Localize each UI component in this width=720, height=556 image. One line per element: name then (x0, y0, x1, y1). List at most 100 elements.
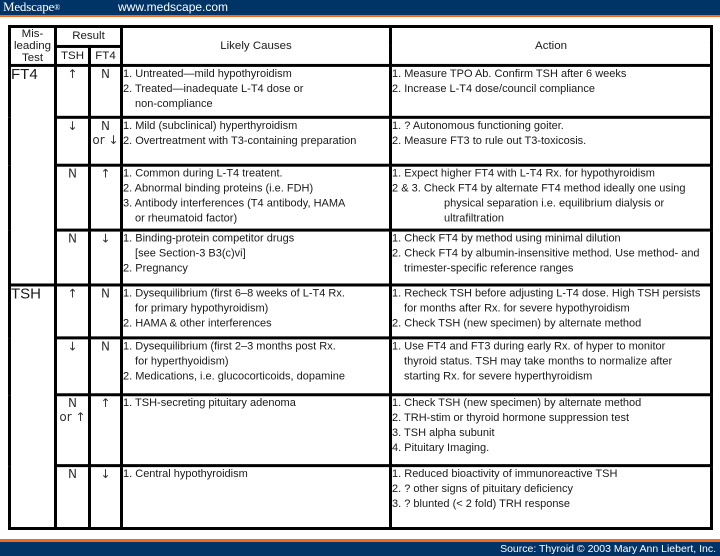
misleading-test-label: TSH (11, 285, 41, 303)
action-line: 2. Measure FT3 to rule out T3-toxicosis. (392, 134, 587, 147)
action-line: 2 & 3. Check FT4 by alternate FT4 method… (392, 182, 686, 195)
ft4-result-value: ↑ (100, 396, 111, 411)
action-cell: 1. Expect higher FT4 with L-T4 Rx. for h… (389, 163, 714, 232)
cause-line: for primary hypothyroidism) (135, 302, 269, 315)
tsh-result-cell: N (54, 163, 91, 232)
header-misleading-test-line: leading (13, 39, 52, 52)
header-misleading-test-line: Mis- (21, 27, 44, 40)
likely-causes-cell: 1. Binding-protein competitor drugs [see … (120, 228, 393, 287)
footer-bar: Source: Thyroid © 2003 Mary Ann Liebert,… (0, 539, 720, 556)
tsh-result-cell: ↑ (54, 283, 91, 340)
action-line: 1. Reduced bioactivity of immunoreactive… (392, 468, 618, 481)
ft4-result-value: ↓ (100, 467, 111, 482)
likely-causes-cell: 1. Dysequilibrium (first 6–8 weeks of L-… (120, 283, 393, 340)
misleading-tests-table: Mis- leading Test Result Likely Causes A… (8, 25, 714, 530)
tsh-result-value: N (68, 396, 77, 411)
source-citation: Source: Thyroid © 2003 Mary Ann Liebert,… (500, 543, 716, 555)
table-body: FT4 ↑ N 1. Untreated—mild hypothyroidism 2. … (8, 63, 714, 530)
action-line: 1. Check TSH (new specimen) by alternate… (392, 397, 642, 410)
action-line: 2. Increase L-T4 dose/council compliance (392, 82, 596, 95)
tsh-result-value: N (68, 166, 77, 181)
table-row: FT4 ↑ N 1. Untreated—mild hypothyroidism 2. … (8, 63, 714, 287)
cause-line: 1. Dysequilibrium (first 2–3 months post… (123, 340, 336, 353)
table-row: ↓ N 1. Dysequilibrium (first 2–3 months po… (10, 336, 714, 397)
action-line: 2. Check FT4 by albumin-insensitive meth… (392, 247, 700, 260)
ft4-result-cell: ↓ (87, 228, 124, 287)
action-line: 3. ? blunted (< 2 fold) TRH response (392, 498, 571, 511)
cause-line: or rheumatoid factor) (135, 212, 238, 225)
ft4-result-value: N (101, 118, 110, 133)
header-result: Result (53, 25, 124, 48)
medscape-logo[interactable]: Medscape® (3, 0, 60, 15)
header-tsh: TSH (54, 44, 91, 67)
ft4-result-value: N (101, 66, 110, 81)
action-line: for months after Rx. for severe hypothyr… (404, 302, 630, 315)
ft4-result-cell: ↓ (87, 464, 124, 530)
cause-line: 2. HAMA & other interferences (123, 317, 272, 330)
action-cell: 1. Use FT4 and FT3 during early Rx. of h… (389, 336, 714, 397)
cause-line: 1. Central hypothyroidism (123, 468, 248, 481)
tsh-result-cell: N (54, 228, 91, 287)
action-line: 1. Check FT4 by method using minimal dil… (392, 232, 621, 245)
action-line: 3. TSH alpha subunit (392, 427, 495, 440)
ft4-result-cell: N (87, 336, 124, 397)
brand-name: Medscape (3, 0, 55, 14)
header-misleading-test: Mis- leading Test (8, 25, 57, 67)
cause-line: 1. Common during L-T4 treatent. (123, 167, 283, 180)
header-bar: Medscape® www.medscape.com (0, 0, 720, 17)
cause-line: [see Section-3 B3(c)vi] (135, 247, 246, 260)
ft4-result-value: ↓ (100, 231, 111, 246)
tsh-result-value: N (68, 467, 77, 482)
tsh-result-value: ↑ (67, 66, 78, 81)
action-line: physical separation i.e. equilibrium dia… (444, 197, 665, 210)
cause-line: 2. Pregnancy (123, 262, 188, 275)
header-action: Action (389, 25, 714, 67)
ft4-result-value: or ↓ (92, 132, 119, 147)
ft4-result-cell: ↑ (87, 393, 124, 468)
misleading-test-label: FT4 (11, 65, 38, 83)
likely-causes-cell: 1. Untreated—mild hypothyroidism 2. Treat… (120, 63, 393, 119)
action-line: 1. ? Autonomous functioning goiter. (392, 119, 564, 132)
ft4-result-value: ↑ (100, 166, 111, 181)
tsh-result-value: ↓ (67, 118, 78, 133)
action-line: trimester-specific reference ranges (404, 262, 574, 275)
misleading-test-cell: TSH (8, 283, 57, 530)
cause-line: 2. Medications, i.e. glucocorticoids, do… (123, 370, 345, 383)
action-line: 2. TRH-stim or thyroid hormone suppressi… (392, 412, 630, 425)
registered-mark: ® (54, 3, 60, 12)
cause-line: 3. Antibody interferences (T4 antibody, … (123, 197, 346, 210)
cause-line: 1. Dysequilibrium (first 6–8 weeks of L-… (123, 287, 345, 300)
action-line: 1. Recheck TSH before adjusting L-T4 dos… (392, 287, 701, 300)
tsh-result-cell: ↑ (54, 63, 91, 119)
cause-line: 1. Binding-protein competitor drugs (123, 232, 295, 245)
action-cell: 1. Check FT4 by method using minimal dil… (389, 228, 714, 287)
action-line: ultrafiltration (444, 212, 504, 225)
table-row: ↓ Nor ↓ 1. Mild (subclinical) hyperthyroid… (10, 115, 714, 167)
header-misleading-test-line: Test (21, 51, 44, 64)
tsh-result-cell: Nor ↑ (54, 393, 91, 468)
site-url-link[interactable]: www.medscape.com (118, 0, 228, 14)
action-line: starting Rx. for severe hyperthyroidism (404, 370, 593, 383)
action-line: thyroid status. TSH may take months to n… (404, 355, 673, 368)
tsh-result-cell: ↓ (54, 336, 91, 397)
action-line: 1. Use FT4 and FT3 during early Rx. of h… (392, 340, 666, 353)
likely-causes-cell: 1. TSH-secreting pituitary adenoma (120, 393, 393, 468)
ft4-result-cell: N (87, 63, 124, 119)
cause-line: 2. Abnormal binding proteins (i.e. FDH) (123, 182, 314, 195)
header-ft4: FT4 (87, 44, 124, 67)
action-line: 2. ? other signs of pituitary deficiency (392, 483, 573, 496)
action-cell: 1. Reduced bioactivity of immunoreactive… (389, 464, 714, 530)
tsh-result-value: N (68, 231, 77, 246)
cause-line: non-compliance (135, 97, 213, 110)
ft4-result-cell: ↑ (87, 163, 124, 232)
table-row: Nor ↑ ↑ 1. TSH-secreting pituitary adenoma… (10, 393, 714, 468)
table-row: N ↓ 1. Central hypothyroidism 1. Reduced bi… (10, 464, 714, 530)
tsh-result-value: ↑ (67, 286, 78, 301)
likely-causes-cell: 1. Central hypothyroidism (120, 464, 393, 530)
misleading-test-cell: FT4 (8, 63, 57, 287)
action-cell: 1. Check TSH (new specimen) by alternate… (389, 393, 714, 468)
table-row: TSH ↑ N 1. Dysequilibrium (first 6–8 weeks … (8, 283, 714, 530)
likely-causes-cell: 1. Dysequilibrium (first 2–3 months post… (120, 336, 393, 397)
table-row: N ↓ 1. Binding-protein competitor drugs [se… (10, 228, 714, 287)
tsh-result-cell: N (54, 464, 91, 530)
